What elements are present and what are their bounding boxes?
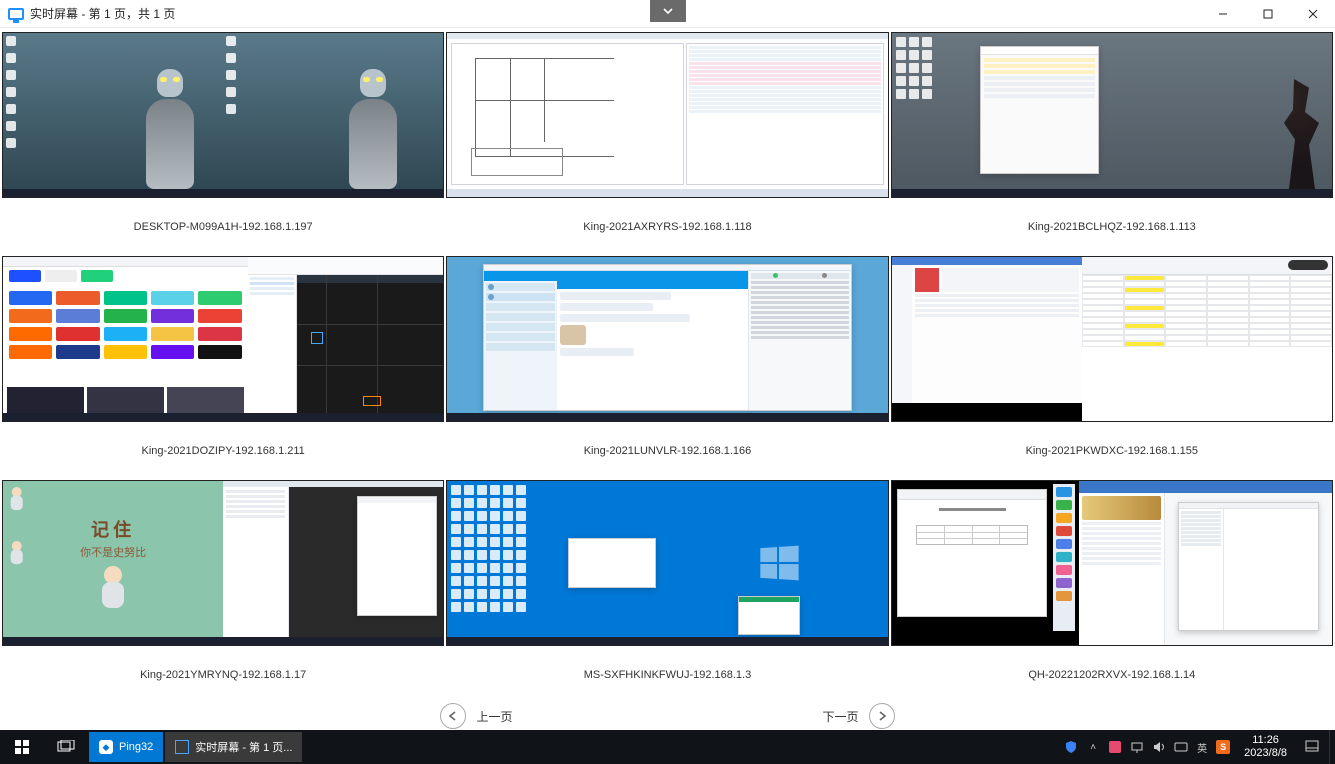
clock-time: 11:26 bbox=[1244, 734, 1287, 747]
tray-shield-icon[interactable] bbox=[1062, 738, 1080, 756]
tray-sogou-icon[interactable]: S bbox=[1214, 738, 1232, 756]
screen-cell: 记住 你不是史努比 bbox=[2, 480, 444, 702]
screen-label: King-2021PKWDXC-192.168.1.155 bbox=[891, 422, 1333, 478]
screen-label: King-2021AXRYRS-192.168.1.118 bbox=[446, 198, 888, 254]
prev-page-label: 上一页 bbox=[476, 708, 512, 725]
tray-chevron-up-icon[interactable]: ˄ bbox=[1084, 738, 1102, 756]
screen-thumbnail[interactable] bbox=[891, 256, 1333, 422]
task-view-button[interactable] bbox=[44, 730, 88, 764]
taskbar-app-ping32[interactable]: ◆ Ping32 bbox=[89, 732, 163, 762]
screen-cell: King-2021DOZIPY-192.168.1.211 bbox=[2, 256, 444, 478]
show-desktop-button[interactable] bbox=[1329, 730, 1335, 764]
tray-app-icon[interactable] bbox=[1106, 738, 1124, 756]
screen-cell: King-2021AXRYRS-192.168.1.118 bbox=[446, 32, 888, 254]
screen-thumbnail[interactable] bbox=[2, 32, 444, 198]
screen-label: DESKTOP-M099A1H-192.168.1.197 bbox=[2, 198, 444, 254]
close-button[interactable] bbox=[1290, 0, 1335, 28]
screen-cell: King-2021PKWDXC-192.168.1.155 bbox=[891, 256, 1333, 478]
screen-cell: MS-SXFHKINKFWUJ-192.168.1.3 bbox=[446, 480, 888, 702]
cartoon-subtitle: 你不是史努比 bbox=[80, 544, 146, 560]
screen-label: King-2021DOZIPY-192.168.1.211 bbox=[2, 422, 444, 478]
arrow-right-icon bbox=[869, 703, 895, 729]
screen-label: MS-SXFHKINKFWUJ-192.168.1.3 bbox=[446, 646, 888, 702]
cartoon-title: 记住 bbox=[80, 516, 146, 542]
system-tray: ˄ 英 S bbox=[1058, 738, 1236, 756]
tray-volume-icon[interactable] bbox=[1150, 738, 1168, 756]
window-controls bbox=[1200, 0, 1335, 28]
taskbar-app-label: 实时屏幕 - 第 1 页... bbox=[195, 739, 292, 755]
screen-label: King-2021LUNVLR-192.168.1.166 bbox=[446, 422, 888, 478]
screen-cell: King-2021BCLHQZ-192.168.1.113 bbox=[891, 32, 1333, 254]
prev-page-button[interactable]: 上一页 bbox=[440, 703, 512, 729]
screen-label: King-2021BCLHQZ-192.168.1.113 bbox=[891, 198, 1333, 254]
screen-cell: DESKTOP-M099A1H-192.168.1.197 bbox=[2, 32, 444, 254]
taskbar: ◆ Ping32 实时屏幕 - 第 1 页... ˄ 英 S 11:26 202… bbox=[0, 730, 1335, 764]
app-icon bbox=[8, 8, 24, 20]
screen-label: QH-20221202RXVX-192.168.1.14 bbox=[891, 646, 1333, 702]
screen-thumbnail[interactable] bbox=[446, 32, 888, 198]
start-button[interactable] bbox=[0, 730, 44, 764]
screen-thumbnail[interactable] bbox=[446, 480, 888, 646]
screen-thumbnail[interactable] bbox=[891, 480, 1333, 646]
dropdown-toggle[interactable] bbox=[650, 0, 686, 22]
monitor-icon bbox=[175, 740, 189, 754]
screen-thumbnail[interactable] bbox=[2, 256, 444, 422]
maximize-button[interactable] bbox=[1245, 0, 1290, 28]
taskbar-clock[interactable]: 11:26 2023/8/8 bbox=[1236, 734, 1295, 760]
taskbar-app-label: Ping32 bbox=[119, 741, 153, 753]
arrow-left-icon bbox=[440, 703, 466, 729]
ping32-icon: ◆ bbox=[99, 740, 113, 754]
title-bar: 实时屏幕 - 第 1 页，共 1 页 bbox=[0, 0, 1335, 28]
screen-label: King-2021YMRYNQ-192.168.1.17 bbox=[2, 646, 444, 702]
tray-network-icon[interactable] bbox=[1128, 738, 1146, 756]
next-page-button[interactable]: 下一页 bbox=[823, 703, 895, 729]
screen-thumbnail[interactable] bbox=[446, 256, 888, 422]
screen-thumbnail[interactable] bbox=[891, 32, 1333, 198]
minimize-button[interactable] bbox=[1200, 0, 1245, 28]
pagination: 上一页 下一页 bbox=[0, 702, 1335, 730]
screen-cell: QH-20221202RXVX-192.168.1.14 bbox=[891, 480, 1333, 702]
clock-date: 2023/8/8 bbox=[1244, 747, 1287, 760]
taskbar-app-realtime-screen[interactable]: 实时屏幕 - 第 1 页... bbox=[165, 732, 302, 762]
window-title: 实时屏幕 - 第 1 页，共 1 页 bbox=[30, 5, 175, 22]
next-page-label: 下一页 bbox=[823, 708, 859, 725]
notification-center-button[interactable] bbox=[1295, 730, 1329, 764]
tray-keyboard-icon[interactable] bbox=[1172, 738, 1190, 756]
chevron-down-icon bbox=[662, 5, 674, 17]
tray-ime-label[interactable]: 英 bbox=[1194, 738, 1210, 756]
screen-cell: King-2021LUNVLR-192.168.1.166 bbox=[446, 256, 888, 478]
screen-thumbnail[interactable]: 记住 你不是史努比 bbox=[2, 480, 444, 646]
screen-grid: DESKTOP-M099A1H-192.168.1.197 bbox=[0, 28, 1335, 702]
